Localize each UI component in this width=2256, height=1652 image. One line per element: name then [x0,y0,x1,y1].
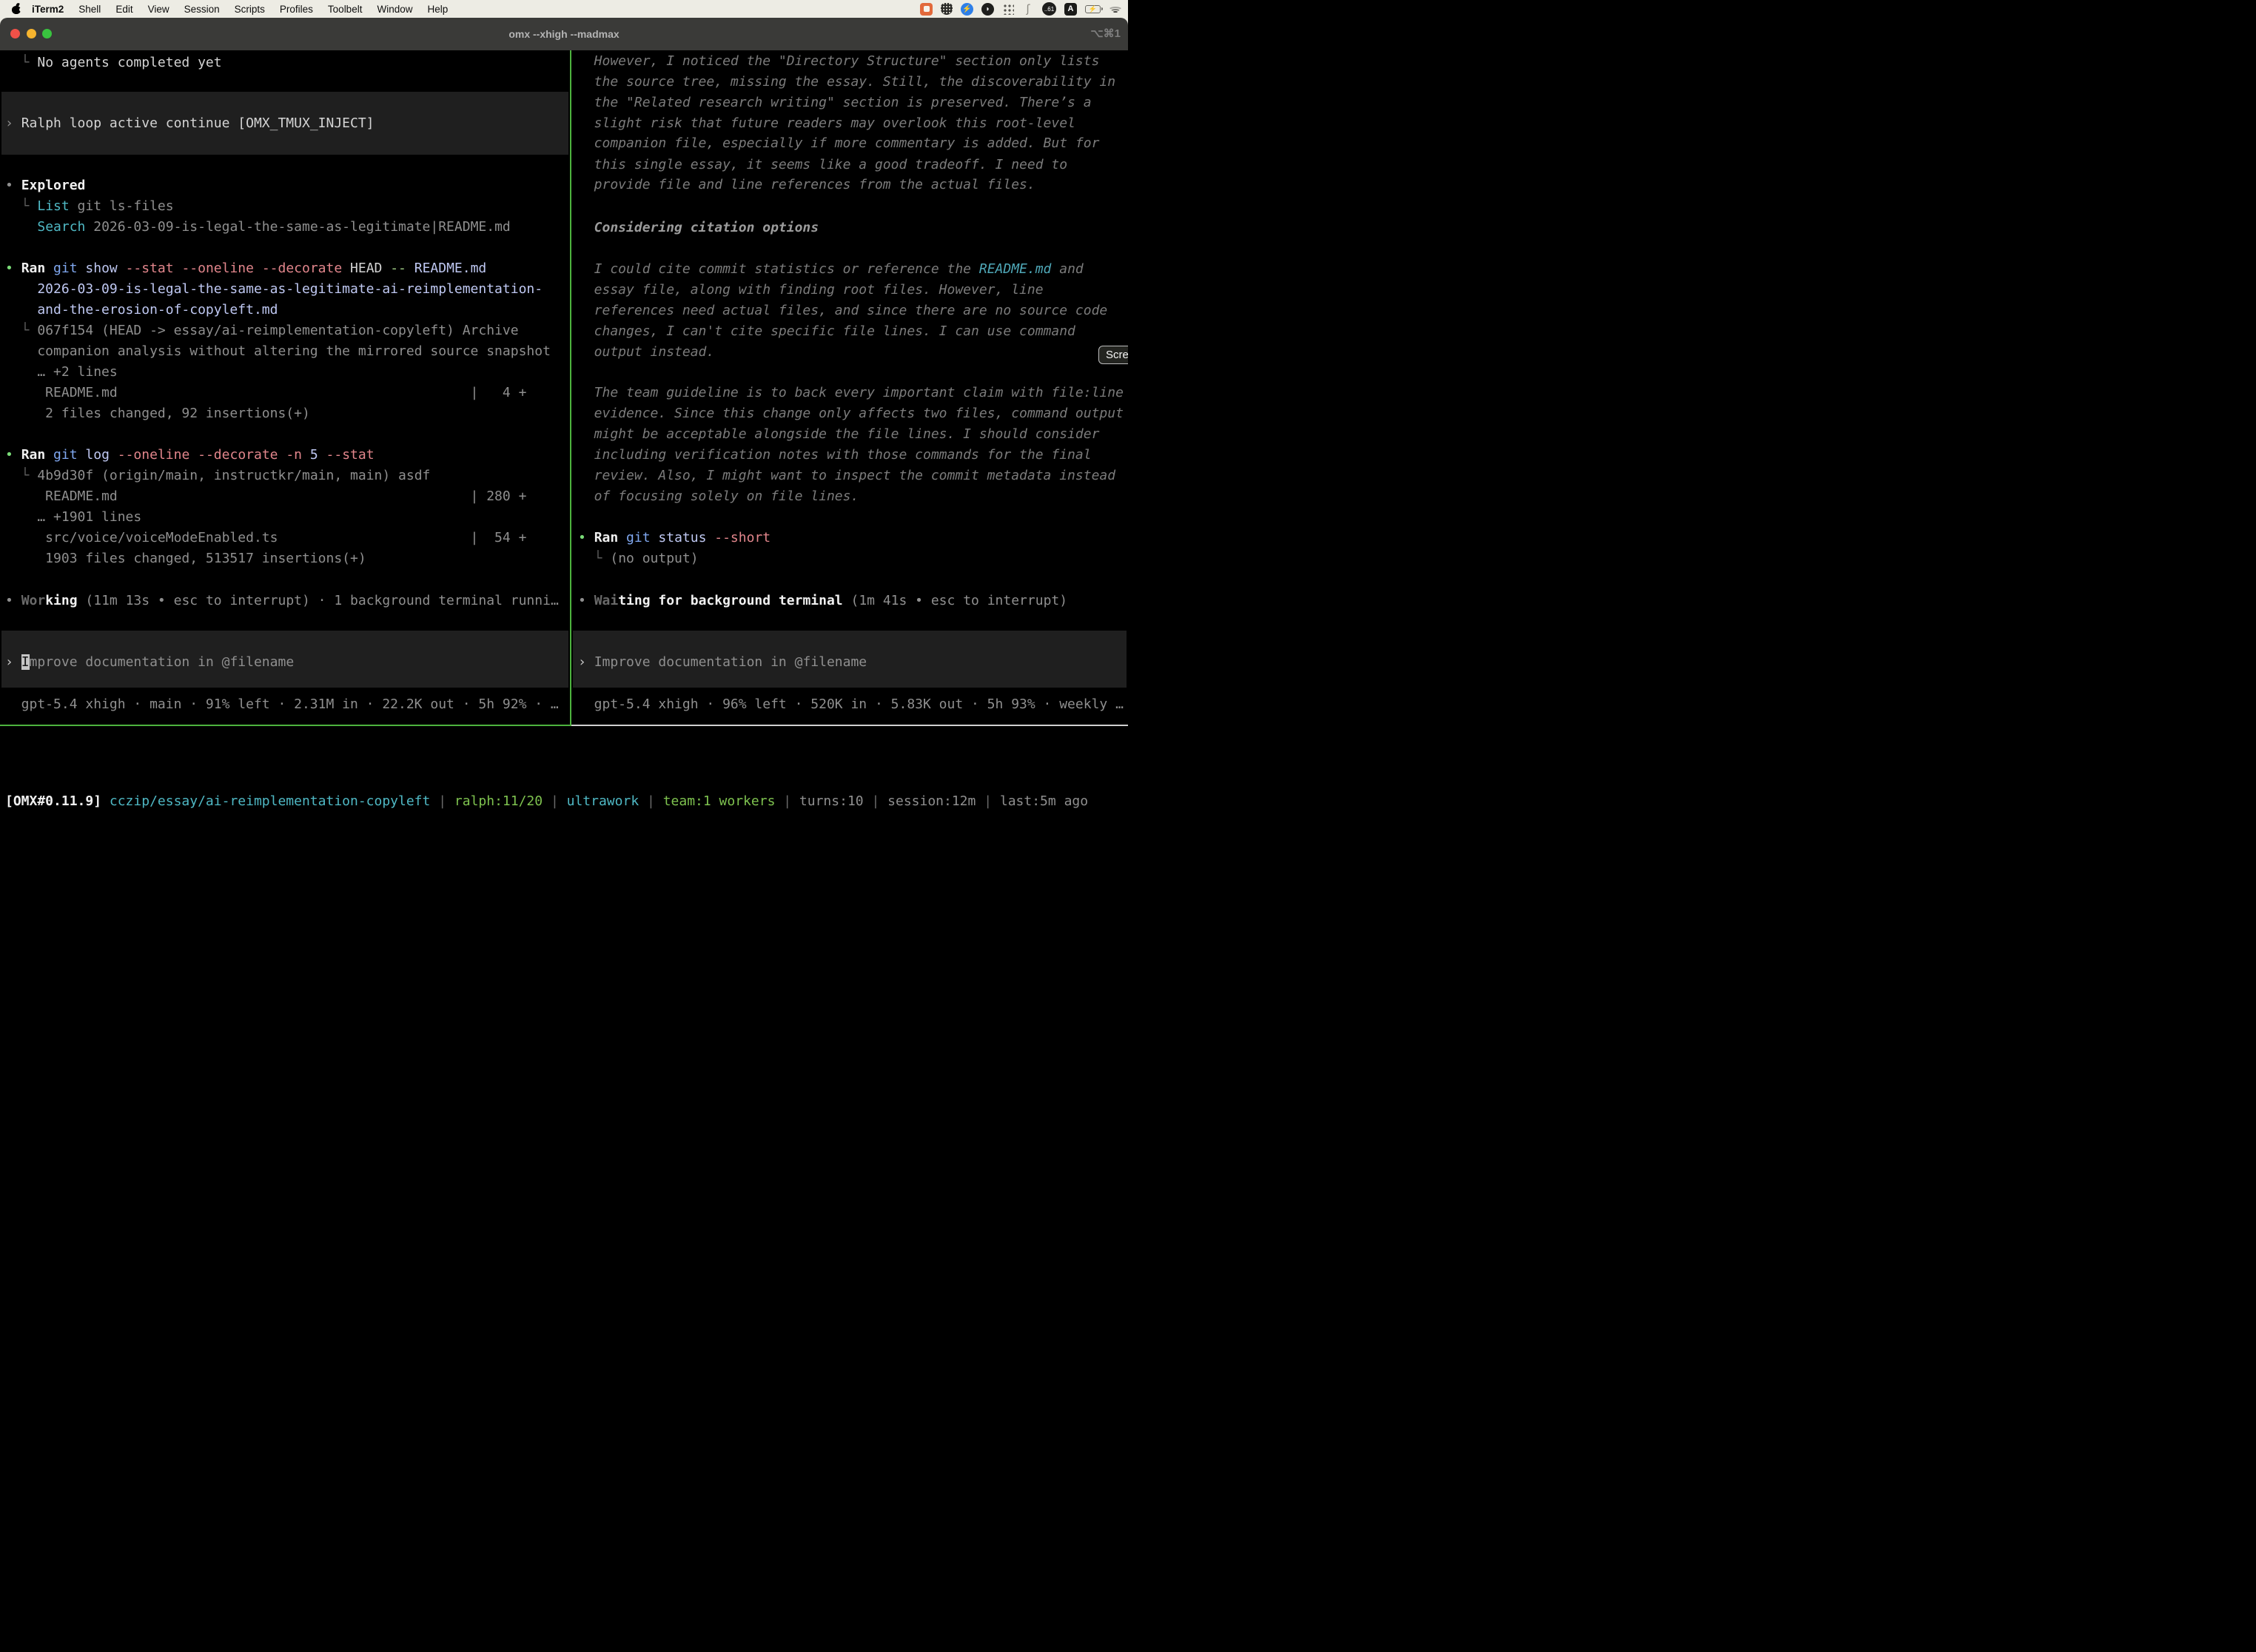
terminal-line: The team guideline is to back every impo… [571,383,1128,403]
status-segment: cczip/essay/ai-reimplementation-copyleft [101,793,430,809]
terminal-line: • Waiting for background terminal (1m 41… [571,591,1128,611]
terminal-line: essay file, along with finding root file… [571,280,1128,300]
orange-chat-app-icon[interactable] [920,3,933,16]
status-segment: | [639,793,663,809]
terminal-line: including verification notes with those … [571,445,1128,466]
terminal-line: … +1901 lines [0,507,570,528]
terminal-line: 1903 files changed, 513517 insertions(+) [0,548,570,569]
terminal-line: might be acceptable alongside the file l… [571,424,1128,445]
terminal-line: › Improve documentation in @filename [0,652,570,673]
terminal-line: └ No agents completed yet [0,53,570,73]
menu-item-view[interactable]: View [141,4,177,15]
terminal-line: companion analysis without altering the … [0,341,570,362]
apple-menu-icon[interactable] [12,4,21,14]
wifi-icon[interactable] [1109,4,1122,14]
terminal-line: gpt-5.4 xhigh · main · 91% left · 2.31M … [0,694,570,715]
terminal-line: README.md | 280 + [0,486,570,507]
terminal-line: 2 files changed, 92 insertions(+) [0,403,570,424]
terminal-line: • Working (11m 13s • esc to interrupt) ·… [0,591,570,611]
terminal-line: the "Related research writing" section i… [571,93,1128,113]
status-segment: ralph:11/20 [454,793,543,809]
menu-item-window[interactable]: Window [369,4,420,15]
menu-bar-status-icons: ⚡ ◗ ʃ ..61 A ⚡ [920,0,1122,18]
status-segment: | [864,793,888,809]
terminal: └ No agents completed yet › Ralph loop ac… [0,50,1128,826]
input-source-a-icon[interactable]: A [1064,3,1077,16]
status-segment: | [543,793,567,809]
left-pane-bottom-border [0,725,571,726]
hook-squiggle-icon[interactable]: ʃ [1022,2,1034,16]
terminal-line: … +2 lines [0,362,570,383]
terminal-line: companion file, especially if more comme… [571,133,1128,154]
terminal-line: • Ran git show --stat --oneline --decora… [0,258,570,279]
terminal-line: I could cite commit statistics or refere… [571,259,1128,280]
terminal-line: changes, I can't cite specific file line… [571,321,1128,342]
omx-status-bar: [OMX#0.11.9] cczip/essay/ai-reimplementa… [0,791,1128,812]
dots-grid-icon[interactable] [1002,3,1014,15]
status-segment: [OMX#0.11.9] [5,793,101,809]
terminal-line: evidence. Since this change only affects… [571,403,1128,424]
menu-item-iterm2[interactable]: iTerm2 [24,4,71,15]
terminal-line: └ 4b9d30f (origin/main, instructkr/main,… [0,466,570,486]
terminal-line: review. Also, I might want to inspect th… [571,466,1128,486]
terminal-line: src/voice/voiceModeEnabled.ts | 54 + [0,528,570,548]
menu-item-shell[interactable]: Shell [71,4,108,15]
terminal-line: the source tree, missing the essay. Stil… [571,72,1128,93]
macos-menu-bar: iTerm2ShellEditViewSessionScriptsProfile… [0,0,1128,18]
terminal-line: output instead. [571,342,1128,363]
right-agent-pane[interactable]: However, I noticed the "Directory Struct… [571,50,1128,726]
blue-bolt-badge-icon[interactable]: ⚡ [961,3,973,16]
terminal-line: Search 2026-03-09-is-legal-the-same-as-l… [0,217,570,238]
dark-crescent-disc-icon[interactable]: ◗ [981,3,994,16]
terminal-line: this single essay, it seems like a good … [571,155,1128,175]
terminal-line: references need actual files, and since … [571,300,1128,321]
terminal-line: › Ralph loop active continue [OMX_TMUX_I… [0,113,570,134]
terminal-line: 2026-03-09-is-legal-the-same-as-legitima… [0,279,570,300]
window-shortcut-badge: ⌥⌘1 [1090,18,1121,50]
menu-item-session[interactable]: Session [177,4,227,15]
menu-item-profiles[interactable]: Profiles [272,4,320,15]
terminal-line: › Improve documentation in @filename [571,652,1128,673]
shield-grid-icon[interactable] [941,3,953,15]
right-pane-bottom-border [571,725,1128,726]
menu-item-help[interactable]: Help [420,4,455,15]
window-title-bar[interactable]: omx --xhigh --madmax ⌥⌘1 [0,18,1128,50]
badge-61-icon[interactable]: ..61 [1042,2,1056,16]
status-segment: team:1 workers [663,793,776,809]
terminal-line: However, I noticed the "Directory Struct… [571,51,1128,72]
menu-item-scripts[interactable]: Scripts [227,4,272,15]
menu-items: iTerm2ShellEditViewSessionScriptsProfile… [24,4,455,15]
terminal-line: of focusing solely on file lines. [571,486,1128,507]
status-segment: ultrawork [567,793,639,809]
status-segment: turns:10 [799,793,864,809]
terminal-line: README.md | 4 + [0,383,570,403]
terminal-line: • Explored [0,175,570,196]
terminal-line: and-the-erosion-of-copyleft.md [0,300,570,320]
terminal-line: └ 067f154 (HEAD -> essay/ai-reimplementa… [0,320,570,341]
terminal-line: └ (no output) [571,548,1128,569]
status-segment: | [775,793,799,809]
status-segment: last:5m ago [1000,793,1088,809]
status-segment: session:12m [887,793,976,809]
left-agent-pane[interactable]: └ No agents completed yet › Ralph loop ac… [0,50,570,726]
battery-charging-icon[interactable]: ⚡ [1085,5,1101,13]
menu-item-edit[interactable]: Edit [108,4,140,15]
desktop: iTerm2ShellEditViewSessionScriptsProfile… [0,0,1128,826]
terminal-line: provide file and line references from th… [571,175,1128,195]
terminal-line: Considering citation options [571,218,1128,238]
terminal-line: gpt-5.4 xhigh · 96% left · 520K in · 5.8… [571,694,1128,715]
window-title: omx --xhigh --madmax [0,18,1128,50]
status-segment: | [430,793,454,809]
status-segment: | [976,793,1000,809]
terminal-line: slight risk that future readers may over… [571,113,1128,134]
terminal-line: └ List git ls-files [0,196,570,217]
terminal-line: • Ran git status --short [571,528,1128,548]
menu-item-toolbelt[interactable]: Toolbelt [320,4,370,15]
terminal-line: • Ran git log --oneline --decorate -n 5 … [0,445,570,466]
screen-overlay-button[interactable]: Scre [1098,346,1128,364]
